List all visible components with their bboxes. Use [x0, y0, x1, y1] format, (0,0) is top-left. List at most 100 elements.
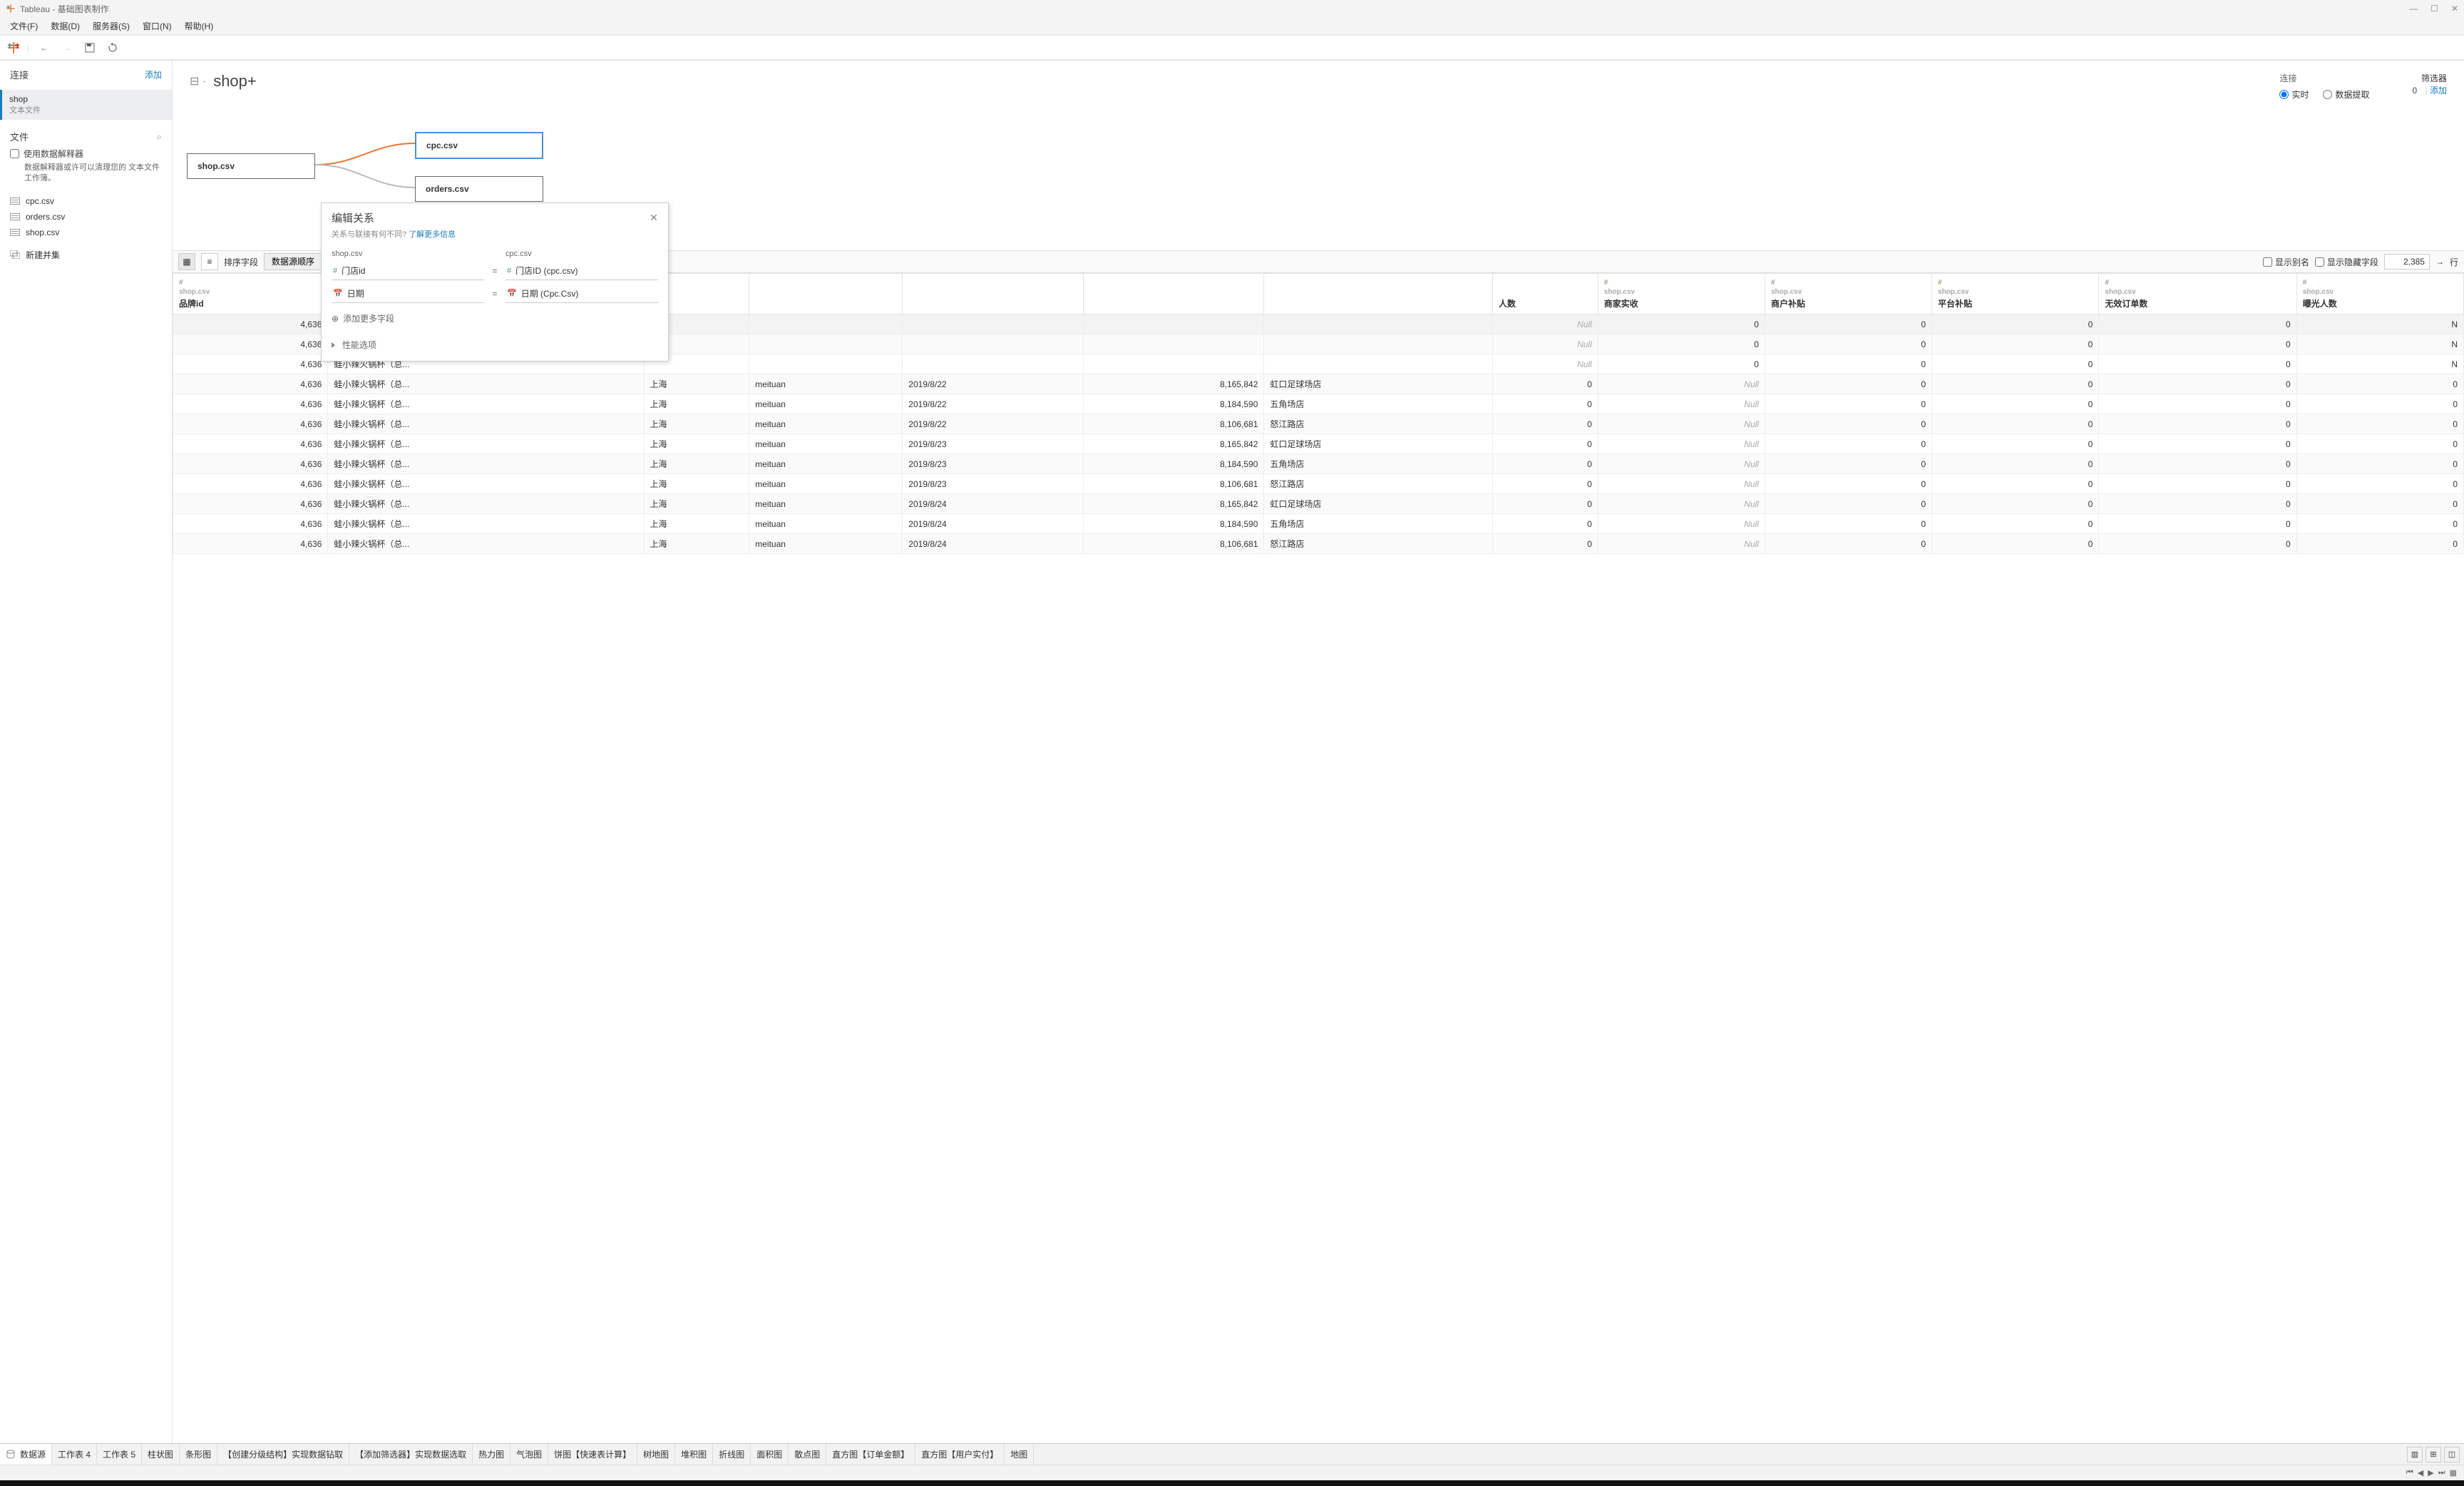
column-header[interactable]: 人数	[1493, 274, 1598, 314]
connection-type: 文本文件	[9, 104, 165, 116]
column-header[interactable]: #shop.csv商户补贴	[1765, 274, 1931, 314]
table-row[interactable]: 4,636蛙小辣火锅杯（总...上海meituan2019/8/238,184,…	[173, 454, 2464, 474]
connection-item-shop[interactable]: shop 文本文件	[0, 90, 172, 120]
database-icon[interactable]: ⊟ ·	[190, 74, 206, 88]
right-field-select[interactable]: #门店ID (cpc.csv)	[505, 262, 658, 280]
right-field-select[interactable]: 📅日期 (Cpc.Csv)	[505, 285, 658, 303]
table-cell: 0	[1598, 314, 1765, 334]
pager-next-icon[interactable]: ▶	[2428, 1468, 2433, 1477]
table-cell: 0	[1493, 474, 1598, 494]
column-header[interactable]	[1083, 274, 1264, 314]
row-count-input[interactable]: 2,385	[2384, 254, 2430, 270]
table-cell: 0	[2099, 394, 2296, 414]
new-union-button[interactable]: 新建并集	[10, 246, 162, 264]
sheet-tab[interactable]: 直方图【订单金额】	[826, 1444, 915, 1465]
add-more-fields-button[interactable]: ⊕ 添加更多字段	[322, 305, 668, 332]
close-button[interactable]: ✕	[2451, 4, 2458, 14]
table-row[interactable]: 4,636蛙小辣火锅杯（总...上海meituan2019/8/248,165,…	[173, 494, 2464, 514]
table-cell: 上海	[644, 374, 749, 394]
column-header[interactable]: #shop.csv无效订单数	[2099, 274, 2296, 314]
pager-first-icon[interactable]: ⏮	[2406, 1468, 2413, 1477]
forward-button[interactable]: →	[59, 40, 75, 56]
sheet-tab[interactable]: 工作表 4	[52, 1444, 97, 1465]
column-header[interactable]: #shop.csv平台补贴	[1932, 274, 2099, 314]
file-item-orders[interactable]: orders.csv	[10, 209, 162, 225]
table-node-orders[interactable]: orders.csv	[415, 176, 543, 202]
left-field-select[interactable]: 📅日期	[332, 285, 484, 303]
file-item-cpc[interactable]: cpc.csv	[10, 193, 162, 209]
table-row[interactable]: 4,636蛙小辣火锅杯（总...上海meituan2019/8/228,165,…	[173, 374, 2464, 394]
pager-show-tabs-icon[interactable]: ▦	[2450, 1468, 2457, 1477]
column-header[interactable]	[749, 274, 903, 314]
search-icon[interactable]: ⌕	[157, 131, 162, 143]
sheet-tab[interactable]: 条形图	[180, 1444, 217, 1465]
sheet-tab[interactable]: 【添加筛选器】实现数据选取	[349, 1444, 473, 1465]
save-button[interactable]	[82, 40, 98, 56]
column-header[interactable]: #shop.csv商家实收	[1598, 274, 1765, 314]
sheet-tab[interactable]: 直方图【用户实付】	[915, 1444, 1005, 1465]
table-row[interactable]: 4,636蛙小辣火锅杯（总...上海meituan2019/8/238,106,…	[173, 474, 2464, 494]
column-header[interactable]: #shop.csv曝光人数	[2296, 274, 2463, 314]
table-cell: Null	[1598, 374, 1765, 394]
sheet-tab[interactable]: 散点图	[789, 1444, 826, 1465]
show-alias-checkbox[interactable]: 显示别名	[2263, 256, 2309, 268]
column-header[interactable]: #shop.csv品牌id	[173, 274, 328, 314]
back-button[interactable]: ←	[36, 40, 52, 56]
column-header[interactable]	[1264, 274, 1493, 314]
table-cell: meituan	[749, 474, 903, 494]
show-hidden-checkbox[interactable]: 显示隐藏字段	[2315, 256, 2378, 268]
relationship-row: #门店id=#门店ID (cpc.csv)	[322, 260, 668, 282]
table-cell: meituan	[749, 494, 903, 514]
sheet-tab[interactable]: 【创建分级结构】实现数据钻取	[217, 1444, 349, 1465]
sheet-tab[interactable]: 堆积图	[675, 1444, 713, 1465]
connection-extract-radio[interactable]: 数据提取	[2323, 88, 2369, 101]
table-node-shop[interactable]: shop.csv	[187, 153, 315, 179]
minimize-button[interactable]: —	[2409, 4, 2418, 14]
maximize-button[interactable]: ☐	[2430, 4, 2438, 14]
column-header[interactable]	[903, 274, 1084, 314]
pager-last-icon[interactable]: ⏭	[2438, 1468, 2445, 1477]
table-row[interactable]: 4,636蛙小辣火锅杯（总...上海meituan2019/8/238,165,…	[173, 434, 2464, 454]
add-connection-link[interactable]: 添加	[145, 68, 162, 81]
table-row[interactable]: 4,636蛙小辣火锅杯（总...上海meituan2019/8/248,184,…	[173, 514, 2464, 534]
new-dashboard-button[interactable]: ⊞	[2426, 1447, 2441, 1462]
table-row[interactable]: 4,636蛙小辣火锅杯（总...上海meituan2019/8/248,106,…	[173, 534, 2464, 554]
learn-more-link[interactable]: 了解更多信息	[409, 230, 456, 239]
file-item-shop[interactable]: shop.csv	[10, 225, 162, 240]
dialog-close-button[interactable]: ✕	[650, 212, 658, 224]
menu-help[interactable]: 帮助(H)	[179, 18, 220, 34]
pager-prev-icon[interactable]: ◀	[2418, 1468, 2423, 1477]
menu-server[interactable]: 服务器(S)	[87, 18, 135, 34]
sheet-tab[interactable]: 面积图	[751, 1444, 789, 1465]
menu-window[interactable]: 窗口(N)	[137, 18, 178, 34]
menu-data[interactable]: 数据(D)	[45, 18, 86, 34]
sheet-tab[interactable]: 柱状图	[142, 1444, 180, 1465]
sheet-tab[interactable]: 地图	[1005, 1444, 1034, 1465]
data-interpreter-checkbox[interactable]: 使用数据解释器	[10, 148, 162, 160]
data-grid[interactable]: #shop.csv品牌idAbcshop.csv品牌名称 人数#shop.csv…	[173, 273, 2464, 1443]
datasource-tab[interactable]: 数据源	[0, 1444, 52, 1465]
datasource-title[interactable]: shop+	[213, 72, 257, 91]
sheet-tab[interactable]: 树地图	[637, 1444, 675, 1465]
grid-view-button[interactable]: ▦	[178, 253, 195, 270]
table-cell: 蛙小辣火锅杯（总...	[328, 474, 644, 494]
arrow-right-icon[interactable]: →	[2435, 257, 2444, 267]
sheet-tab[interactable]: 气泡图	[510, 1444, 548, 1465]
table-row[interactable]: 4,636蛙小辣火锅杯（总...上海meituan2019/8/228,106,…	[173, 414, 2464, 434]
add-filter-link[interactable]: 添加	[2430, 86, 2447, 96]
refresh-button[interactable]	[105, 40, 120, 56]
new-story-button[interactable]: ◫	[2444, 1447, 2460, 1462]
sheet-tab[interactable]: 热力图	[473, 1444, 510, 1465]
table-row[interactable]: 4,636蛙小辣火锅杯（总...上海meituan2019/8/228,184,…	[173, 394, 2464, 414]
menu-file[interactable]: 文件(F)	[4, 18, 43, 34]
table-node-cpc[interactable]: cpc.csv	[415, 132, 543, 159]
tableau-start-icon[interactable]	[7, 41, 20, 54]
sheet-tab[interactable]: 折线图	[713, 1444, 751, 1465]
performance-options-toggle[interactable]: 性能选项	[322, 332, 668, 361]
connection-live-radio[interactable]: 实时	[2279, 88, 2309, 101]
new-worksheet-button[interactable]: ▥	[2407, 1447, 2423, 1462]
left-field-select[interactable]: #门店id	[332, 262, 484, 280]
sheet-tab[interactable]: 工作表 5	[97, 1444, 142, 1465]
sheet-tab[interactable]: 饼图【快速表计算】	[548, 1444, 637, 1465]
metadata-view-button[interactable]: ≡	[201, 253, 218, 270]
